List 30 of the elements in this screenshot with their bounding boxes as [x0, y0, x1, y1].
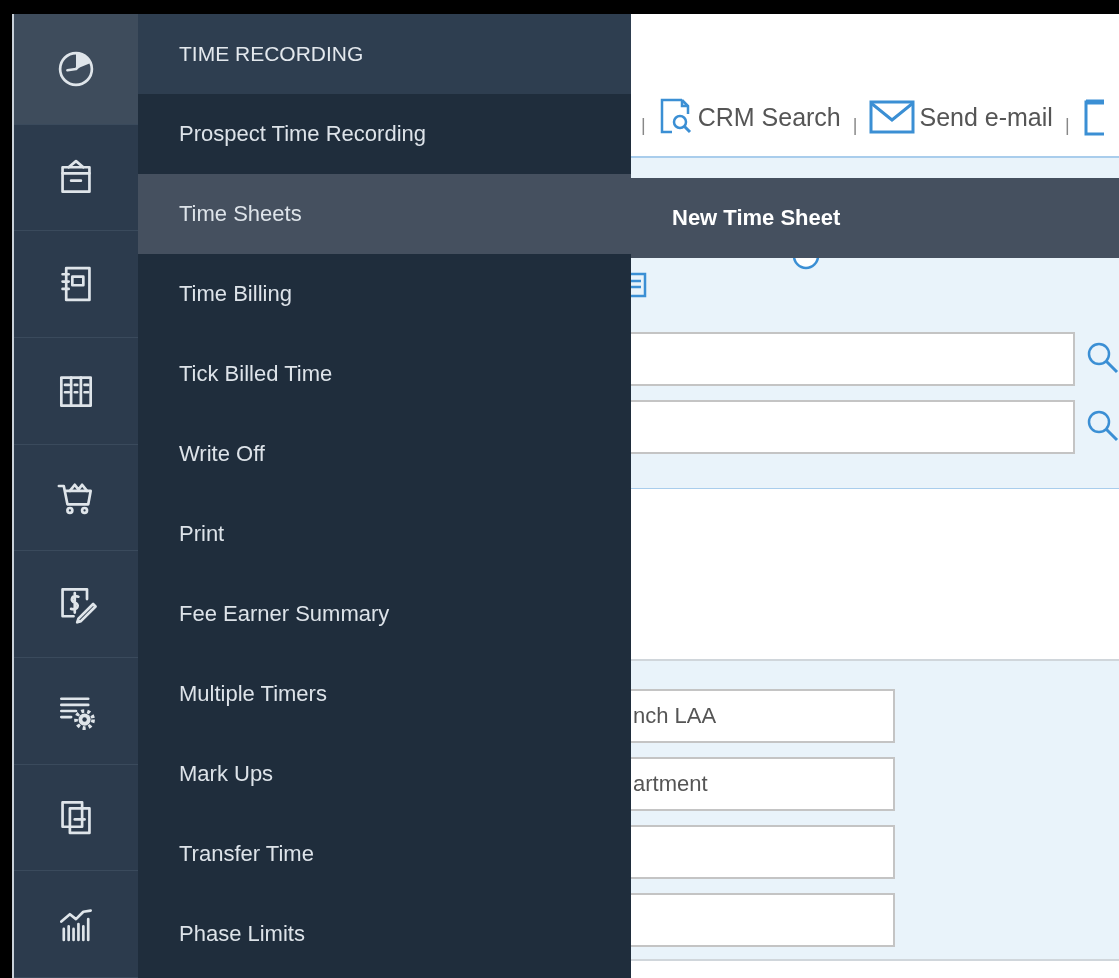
- separator: |: [851, 115, 859, 136]
- separator: |: [1063, 115, 1071, 136]
- menu-heading: TIME RECORDING: [138, 14, 631, 94]
- menu-item[interactable]: Tick Billed Time: [138, 334, 631, 414]
- menu-item[interactable]: Print: [138, 494, 631, 574]
- text-field[interactable]: [631, 893, 895, 947]
- toolbar-button[interactable]: CRM Search: [657, 98, 841, 136]
- separator: |: [640, 115, 647, 136]
- search-icon[interactable]: [1085, 340, 1119, 374]
- menu-item[interactable]: Transfer Time: [138, 814, 631, 894]
- menu-item[interactable]: Mark Ups: [138, 734, 631, 814]
- text-field[interactable]: [631, 400, 1075, 454]
- search-icon[interactable]: [1085, 408, 1119, 442]
- toolbar-button[interactable]: Send e-mail: [869, 98, 1053, 136]
- menu-item[interactable]: Multiple Timers: [138, 654, 631, 734]
- menu-item[interactable]: Phase Limits: [138, 894, 631, 974]
- menu-item[interactable]: Write Off: [138, 414, 631, 494]
- toolbar-label: CRM Search: [697, 102, 841, 132]
- list-icon: [631, 272, 647, 298]
- menu-item[interactable]: Time Sheets: [138, 174, 631, 254]
- text-field[interactable]: nch LAA: [631, 689, 895, 743]
- nav-rail-item[interactable]: [14, 14, 138, 125]
- menu-item[interactable]: Fee Earner Summary: [138, 574, 631, 654]
- mail-icon: [869, 98, 916, 136]
- menu-item[interactable]: Prospect Time Recording: [138, 94, 631, 174]
- toolbar-label: Send e-mail: [919, 102, 1053, 132]
- text-field[interactable]: [631, 332, 1075, 386]
- menu-item[interactable]: Time Billing: [138, 254, 631, 334]
- text-field[interactable]: artment: [631, 757, 895, 811]
- text-field[interactable]: [631, 825, 895, 879]
